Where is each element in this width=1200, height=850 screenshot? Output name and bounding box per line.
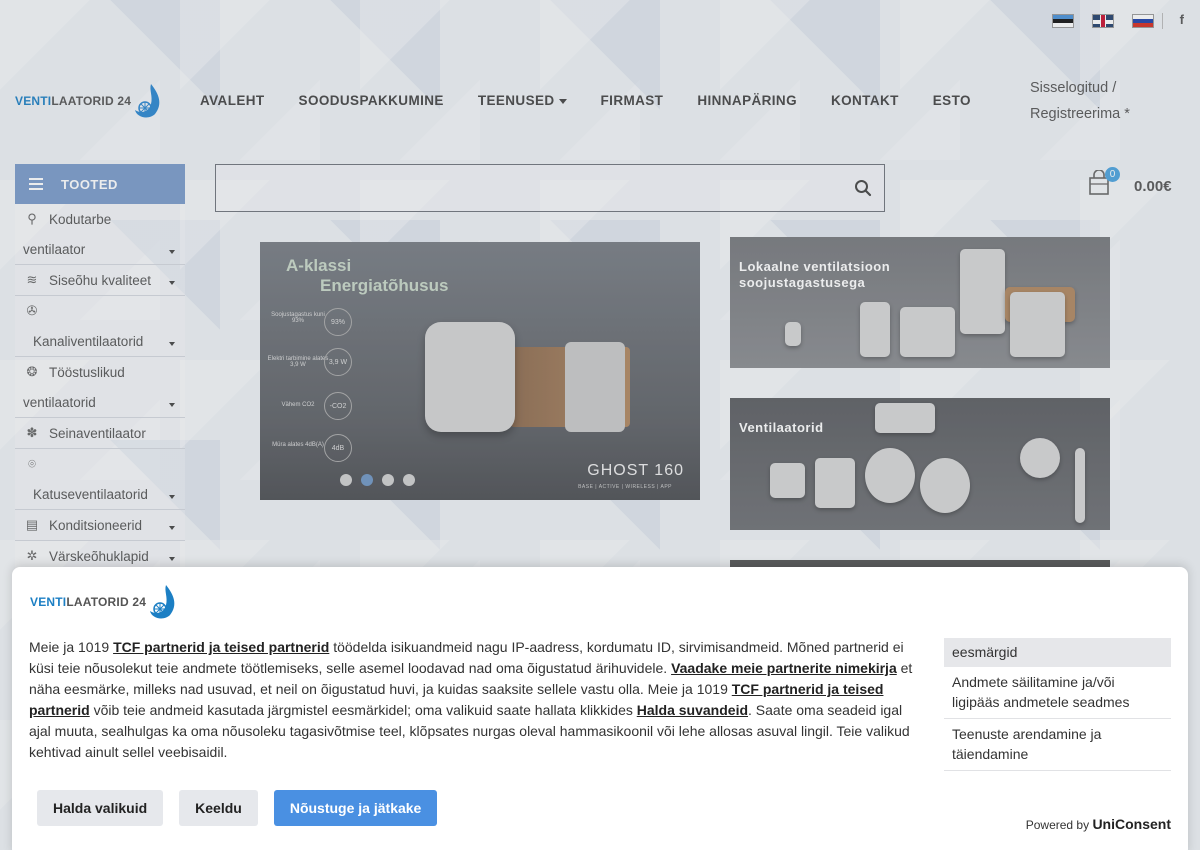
purposes-list: eesmärgid Andmete säilitamine ja/või lig…	[944, 638, 1171, 771]
powered-by: Powered by UniConsent	[1025, 816, 1171, 832]
purpose-item: Andmete säilitamine ja/või ligipääs andm…	[944, 667, 1171, 719]
consent-buttons: Halda valikuid Keeldu Nõustuge ja jätkak…	[37, 790, 438, 826]
partner-list-link[interactable]: Vaadake meie partnerite nimekirja	[671, 660, 897, 676]
website-page: f VENTILAATORID 24 AVALEHT SOODUSPAKKUMI…	[0, 0, 1200, 850]
manage-options-link[interactable]: Halda suvandeid	[637, 702, 748, 718]
consent-text: Meie ja 1019 TCF partnerid ja teised par…	[29, 639, 913, 760]
accept-button[interactable]: Nõustuge ja jätkake	[273, 790, 438, 826]
logo-text: VENTILAATORID 24	[30, 595, 147, 609]
tcf-partners-link[interactable]: TCF partnerid ja teised partnerid	[113, 639, 329, 655]
cookie-consent-dialog: VENTILAATORID 24 Meie ja 1019 TCF partne…	[12, 567, 1188, 850]
logo-swirl-icon	[150, 585, 175, 619]
purpose-item: Teenuste arendamine ja täiendamine	[944, 719, 1171, 771]
uniconsent-brand[interactable]: UniConsent	[1092, 816, 1171, 832]
consent-logo: VENTILAATORID 24	[30, 583, 178, 621]
purposes-header: eesmärgid	[944, 638, 1171, 667]
manage-choices-button[interactable]: Halda valikuid	[37, 790, 164, 826]
reject-button[interactable]: Keeldu	[179, 790, 258, 826]
